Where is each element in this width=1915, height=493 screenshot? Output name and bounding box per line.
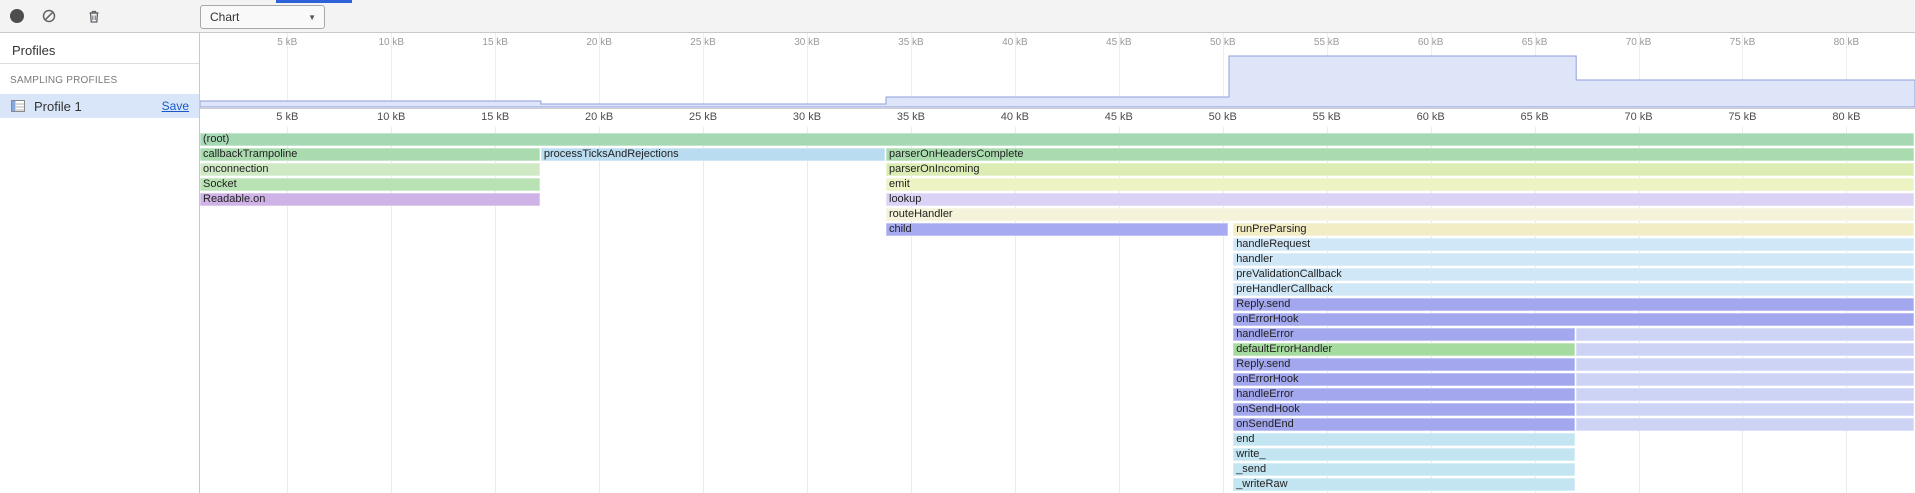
flame-bar-readable-on[interactable]: Readable.on <box>200 193 540 206</box>
flame-bar-onerrorhook[interactable]: onErrorHook <box>1233 373 1575 386</box>
delete-button[interactable] <box>81 3 107 29</box>
profile-item[interactable]: Profile 1 Save <box>0 94 199 118</box>
ruler: 5 kB 10 kB 15 kB 20 kB 25 kB 30 kB 35 kB 40 kB 4… <box>200 109 1915 127</box>
record-icon <box>10 9 24 23</box>
flame-bar-lookup[interactable]: lookup <box>886 193 1914 206</box>
flame-bar-defaulterrorhandler[interactable]: defaultErrorHandler <box>1233 343 1575 356</box>
flame-bar-prevalidationcallback[interactable]: preValidationCallback <box>1233 268 1914 281</box>
overview-tick-label: 75 kB <box>1730 37 1756 48</box>
overview-tick-label: 30 kB <box>794 37 820 48</box>
flame-bar--root-[interactable]: (root) <box>200 133 1914 146</box>
grid-line <box>807 127 808 493</box>
record-button[interactable] <box>4 3 30 29</box>
ruler-tick-label: 45 kB <box>1105 111 1133 123</box>
overview-tick-label: 40 kB <box>1002 37 1028 48</box>
flame-bar-onerrorhook[interactable]: onErrorHook <box>1233 313 1914 326</box>
overview-pane[interactable]: 5 kB 10 kB 15 kB 20 kB 25 kB 30 kB 35 kB 40 kB 4… <box>200 33 1915 109</box>
ruler-tick-label: 70 kB <box>1624 111 1652 123</box>
grid-line <box>599 127 600 493</box>
flame-bar-write-[interactable]: write_ <box>1233 448 1575 461</box>
overview-ticks: 5 kB 10 kB 15 kB 20 kB 25 kB 30 kB 35 kB 40 kB 4… <box>200 33 1915 108</box>
flame-bar-handleerror[interactable]: handleError <box>1233 328 1575 341</box>
overview-tick-label: 10 kB <box>378 37 404 48</box>
overview-tick-label: 25 kB <box>690 37 716 48</box>
save-link[interactable]: Save <box>162 99 189 113</box>
toolbar: Chart ▼ <box>0 0 1915 33</box>
overview-tick-label: 35 kB <box>898 37 924 48</box>
flame-bar-reply-send[interactable]: Reply.send <box>1233 358 1575 371</box>
ruler-tick-label: 25 kB <box>689 111 717 123</box>
flame-bar-child[interactable]: child <box>886 223 1228 236</box>
ruler-tick-label: 40 kB <box>1001 111 1029 123</box>
sidebar: Profiles SAMPLING PROFILES Profile 1 Sav… <box>0 33 200 493</box>
view-mode-value: Chart <box>210 10 239 24</box>
flame-bar-prehandlercallback[interactable]: preHandlerCallback <box>1233 283 1914 296</box>
flame-bar[interactable] <box>1576 358 1914 371</box>
flame-bar-emit[interactable]: emit <box>886 178 1914 191</box>
ruler-tick-label: 55 kB <box>1313 111 1341 123</box>
flame-bar-reply-send[interactable]: Reply.send <box>1233 298 1914 311</box>
clear-button[interactable] <box>36 3 62 29</box>
profile-name: Profile 1 <box>34 99 162 114</box>
grid-line <box>703 127 704 493</box>
overview-tick-label: 80 kB <box>1834 37 1860 48</box>
sidebar-title: Profiles <box>0 33 199 64</box>
ruler-tick-label: 35 kB <box>897 111 925 123</box>
overview-tick-label: 60 kB <box>1418 37 1444 48</box>
ruler-tick-label: 15 kB <box>481 111 509 123</box>
flame-rows: (root) callbackTrampolineprocessTicksAndR… <box>200 127 1915 493</box>
ruler-tick-label: 75 kB <box>1728 111 1756 123</box>
flame-bar-onconnection[interactable]: onconnection <box>200 163 540 176</box>
flame-bar[interactable] <box>1576 418 1914 431</box>
flame-bar--send[interactable]: _send <box>1233 463 1575 476</box>
overview-tick-label: 5 kB <box>277 37 297 48</box>
flame-bar-parseronincoming[interactable]: parserOnIncoming <box>886 163 1914 176</box>
flame-bar-handlerequest[interactable]: handleRequest <box>1233 238 1914 251</box>
view-mode-select[interactable]: Chart ▼ <box>200 5 325 29</box>
active-tab-indicator <box>276 0 352 3</box>
flame-bar[interactable] <box>1576 403 1914 416</box>
sampling-profiles-section-label: SAMPLING PROFILES <box>0 64 199 94</box>
overview-tick-label: 65 kB <box>1522 37 1548 48</box>
flame-bar-socket[interactable]: Socket <box>200 178 540 191</box>
overview-tick-label: 20 kB <box>586 37 612 48</box>
flame-bar[interactable] <box>1576 328 1914 341</box>
flame-bar-parseronheaderscomplete[interactable]: parserOnHeadersComplete <box>886 148 1914 161</box>
ruler-tick-label: 20 kB <box>585 111 613 123</box>
flame-bar-processticksandrejections[interactable]: processTicksAndRejections <box>541 148 885 161</box>
overview-tick-label: 55 kB <box>1314 37 1340 48</box>
overview-tick-label: 50 kB <box>1210 37 1236 48</box>
flame-bar-callbacktrampoline[interactable]: callbackTrampoline <box>200 148 540 161</box>
ruler-tick-label: 5 kB <box>276 111 298 123</box>
flame-bar-onsendhook[interactable]: onSendHook <box>1233 403 1575 416</box>
clear-icon <box>41 8 57 24</box>
flame-bar-runpreparsing[interactable]: runPreParsing <box>1233 223 1914 236</box>
ruler-tick-label: 60 kB <box>1417 111 1445 123</box>
flame-bar-end[interactable]: end <box>1233 433 1575 446</box>
flame-bar-onsendend[interactable]: onSendEnd <box>1233 418 1575 431</box>
flame-bar--writeraw[interactable]: _writeRaw <box>1233 478 1575 491</box>
flame-bar-handleerror[interactable]: handleError <box>1233 388 1575 401</box>
chevron-down-icon: ▼ <box>308 13 316 22</box>
flame-bar[interactable] <box>1576 343 1914 356</box>
flame-bar-handler[interactable]: handler <box>1233 253 1914 266</box>
flame-bar[interactable] <box>1576 373 1914 386</box>
overview-tick-label: 15 kB <box>482 37 508 48</box>
profile-icon <box>10 98 26 114</box>
flame-bar-routehandler[interactable]: routeHandler <box>886 208 1914 221</box>
flame-chart-pane: 5 kB 10 kB 15 kB 20 kB 25 kB 30 kB 35 kB 40 kB 4… <box>200 33 1915 493</box>
overview-tick-label: 70 kB <box>1626 37 1652 48</box>
ruler-tick-label: 65 kB <box>1521 111 1549 123</box>
ruler-tick-label: 10 kB <box>377 111 405 123</box>
ruler-tick-label: 50 kB <box>1209 111 1237 123</box>
overview-tick-label: 45 kB <box>1106 37 1132 48</box>
trash-icon <box>87 9 101 24</box>
ruler-tick-label: 80 kB <box>1832 111 1860 123</box>
flame-bar[interactable] <box>1576 388 1914 401</box>
ruler-tick-label: 30 kB <box>793 111 821 123</box>
